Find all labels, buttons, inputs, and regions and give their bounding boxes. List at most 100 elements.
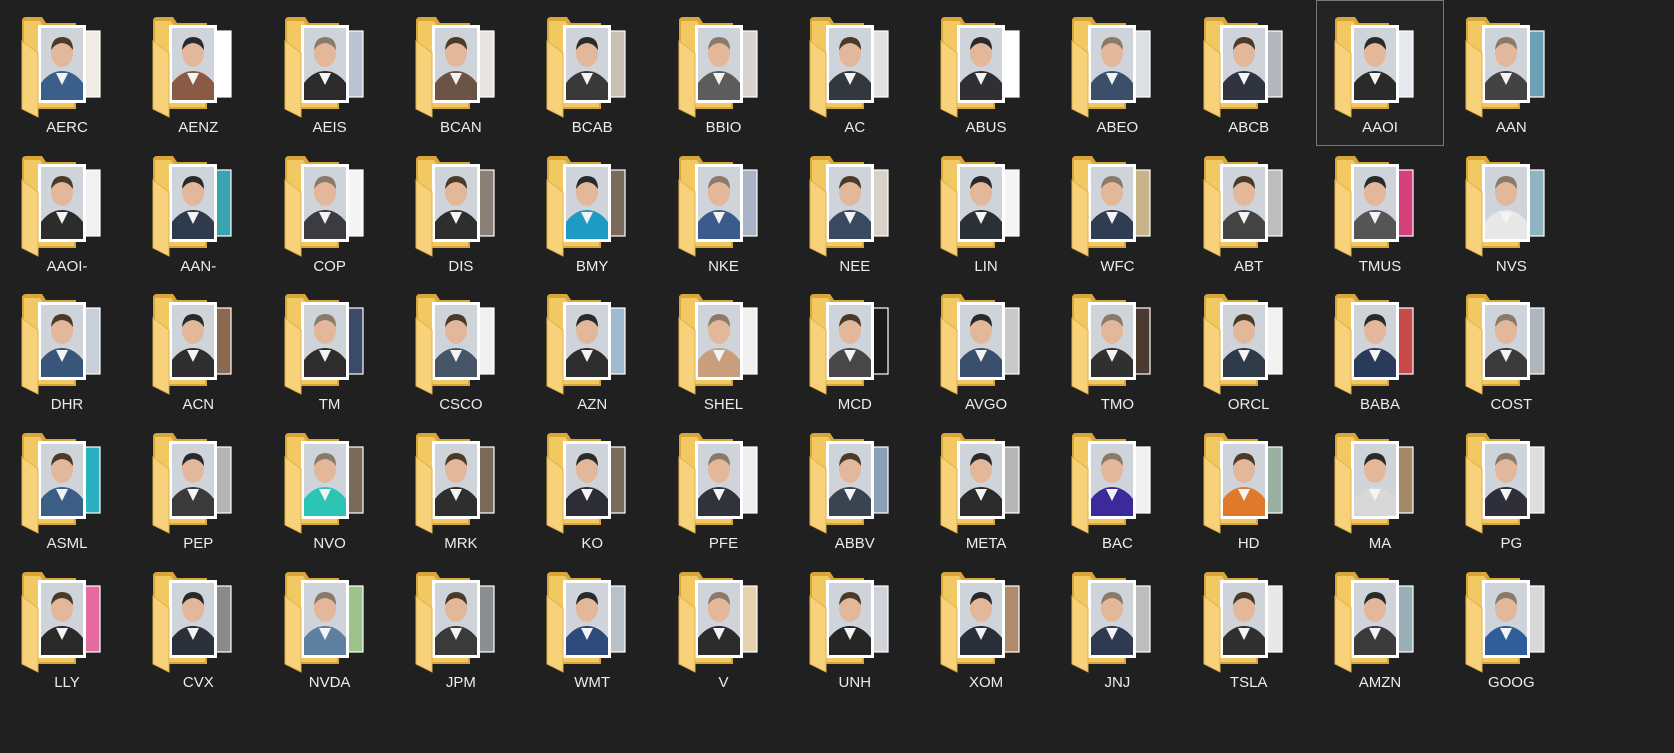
folder-icon	[1334, 294, 1414, 396]
folder-icon	[1203, 294, 1283, 396]
folder-icon	[678, 294, 758, 396]
folder-icon	[1071, 571, 1151, 673]
folder-item[interactable]: PEP	[134, 416, 262, 562]
folder-label: DIS	[448, 257, 474, 275]
folder-icon	[678, 433, 758, 534]
folder-icon	[1465, 294, 1545, 396]
folder-item[interactable]: TSLA	[1185, 555, 1313, 701]
folder-icon	[21, 294, 101, 396]
folder-label: NVO	[313, 535, 346, 553]
folder-item[interactable]: JNJ	[1053, 555, 1181, 701]
folder-label: UNH	[838, 673, 872, 691]
folder-item[interactable]: HD	[1185, 416, 1313, 562]
folder-item[interactable]: MRK	[397, 416, 525, 562]
folder-item[interactable]: TMUS	[1316, 139, 1444, 285]
folder-label: ABCB	[1228, 119, 1270, 136]
folder-item[interactable]: WMT	[528, 555, 656, 701]
folder-icon	[1334, 571, 1414, 673]
folder-item[interactable]: AMZN	[1316, 555, 1444, 701]
folder-item[interactable]: BMY	[528, 139, 656, 285]
folder-item[interactable]: WFC	[1053, 139, 1181, 285]
folder-item[interactable]: MA	[1316, 416, 1444, 562]
folder-item[interactable]: PFE	[660, 416, 788, 562]
folder-icon	[415, 433, 495, 534]
folder-item[interactable]: AZN	[528, 277, 656, 423]
folder-icon	[21, 433, 101, 534]
folder-label: NEE	[839, 257, 871, 275]
folder-label: NKE	[708, 257, 739, 275]
folder-item[interactable]: BBIO	[660, 0, 788, 146]
folder-item[interactable]: NEE	[791, 139, 919, 285]
folder-label: AAOI-	[46, 257, 88, 275]
folder-item[interactable]: ABCB	[1185, 0, 1313, 146]
folder-icon	[1071, 294, 1151, 396]
folder-item[interactable]: PG	[1447, 416, 1575, 562]
folder-icon	[1334, 155, 1414, 257]
folder-icon	[1071, 17, 1151, 118]
folder-item[interactable]: SHEL	[660, 277, 788, 423]
folder-label: PEP	[183, 535, 214, 553]
folder-icon	[1334, 17, 1414, 118]
folder-grid: AERC AENZ AEIS BCAN BCAB BBIO AC ABUS ABEO ABCB AA…	[0, 0, 1674, 753]
folder-label: BMY	[575, 257, 609, 275]
folder-item[interactable]: COST	[1447, 277, 1575, 423]
folder-item[interactable]: ABUS	[922, 0, 1050, 146]
folder-label: ASML	[46, 535, 88, 553]
folder-item[interactable]: AAN	[1447, 0, 1575, 146]
folder-item[interactable]: AC	[791, 0, 919, 146]
folder-item[interactable]: COP	[266, 139, 394, 285]
folder-item[interactable]: ORCL	[1185, 277, 1313, 423]
folder-item[interactable]: LIN	[922, 139, 1050, 285]
folder-item[interactable]: AVGO	[922, 277, 1050, 423]
folder-label: ORCL	[1227, 396, 1270, 414]
folder-label: BAC	[1101, 535, 1133, 553]
folder-icon	[284, 17, 364, 118]
folder-item[interactable]: MCD	[791, 277, 919, 423]
folder-label: ABEO	[1096, 119, 1139, 136]
folder-item[interactable]: JPM	[397, 555, 525, 701]
folder-item[interactable]: AAOI-	[3, 139, 131, 285]
folder-icon	[809, 433, 889, 534]
folder-item[interactable]: NKE	[660, 139, 788, 285]
folder-label: JPM	[445, 673, 476, 691]
folder-item[interactable]: XOM	[922, 555, 1050, 701]
folder-item[interactable]: AAN-	[134, 139, 262, 285]
folder-label: TSLA	[1229, 673, 1268, 691]
folder-item[interactable]: KO	[528, 416, 656, 562]
folder-item[interactable]: DIS	[397, 139, 525, 285]
folder-item[interactable]: DHR	[3, 277, 131, 423]
folder-item[interactable]: GOOG	[1447, 555, 1575, 701]
folder-item[interactable]: UNH	[791, 555, 919, 701]
folder-item[interactable]: AAOI	[1316, 0, 1444, 146]
folder-label: WFC	[1100, 257, 1135, 275]
folder-item[interactable]: ABT	[1185, 139, 1313, 285]
folder-item[interactable]: V	[660, 555, 788, 701]
folder-item[interactable]: META	[922, 416, 1050, 562]
folder-label: WMT	[574, 673, 611, 691]
folder-item[interactable]: BCAN	[397, 0, 525, 146]
folder-item[interactable]: CSCO	[397, 277, 525, 423]
folder-item[interactable]: NVO	[266, 416, 394, 562]
folder-item[interactable]: BABA	[1316, 277, 1444, 423]
folder-label: XOM	[969, 673, 1004, 691]
folder-label: GOOG	[1487, 673, 1535, 691]
folder-item[interactable]: AEIS	[266, 0, 394, 146]
folder-item[interactable]: AENZ	[134, 0, 262, 146]
folder-icon	[1203, 571, 1283, 673]
folder-item[interactable]: BAC	[1053, 416, 1181, 562]
folder-item[interactable]: ASML	[3, 416, 131, 562]
folder-item[interactable]: BCAB	[528, 0, 656, 146]
folder-item[interactable]: TMO	[1053, 277, 1181, 423]
folder-item[interactable]: CVX	[134, 555, 262, 701]
folder-item[interactable]: NVS	[1447, 139, 1575, 285]
folder-label: MCD	[837, 396, 872, 414]
folder-item[interactable]: TM	[266, 277, 394, 423]
folder-item[interactable]: ACN	[134, 277, 262, 423]
folder-item[interactable]: AERC	[3, 0, 131, 146]
folder-item[interactable]: LLY	[3, 555, 131, 701]
folder-item[interactable]: ABEO	[1053, 0, 1181, 146]
folder-label: V	[718, 673, 729, 691]
folder-label: KO	[581, 535, 604, 553]
folder-item[interactable]: NVDA	[266, 555, 394, 701]
folder-item[interactable]: ABBV	[791, 416, 919, 562]
